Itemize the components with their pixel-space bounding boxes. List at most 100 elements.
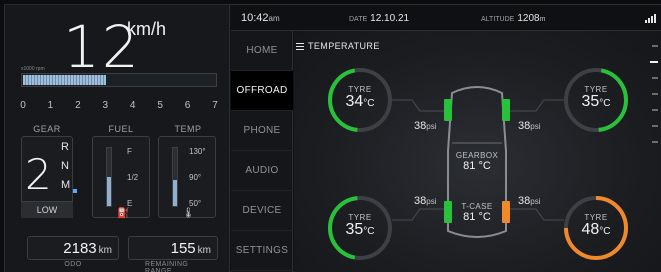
temp-scale-low: 50° [189, 199, 202, 208]
connector-front-right [510, 99, 564, 112]
odometer-label: ODO [64, 261, 82, 268]
status-bar: 10:42am DATE 12.10.21 ALTITUDE 1208m [231, 5, 661, 31]
instrument-cluster: 12 km/h x1000 rpm 01234567 GEAR 2 R N M … [5, 5, 230, 272]
tyre-front-left-psi-unit: psi [426, 122, 437, 131]
rpm-tick-label: 3 [102, 100, 109, 111]
odometer: 2183 km [27, 236, 119, 260]
tcase-caption: T-CASE [461, 202, 493, 211]
gear-label: GEAR [33, 124, 61, 134]
rpm-tick-label: 0 [20, 100, 26, 111]
wheel-front-left [444, 99, 452, 121]
rpm-tick-label: 7 [212, 100, 218, 111]
tyre-rear-right-temp: 48 [581, 221, 600, 238]
clock-suffix: am [268, 14, 280, 23]
tyre-front-right: TYRE 35°C [566, 85, 626, 112]
gear-mode: LOW [21, 201, 73, 218]
altitude: ALTITUDE 1208m [481, 13, 545, 24]
menu-item-audio[interactable]: AUDIO [231, 151, 293, 191]
rpm-bar [21, 73, 217, 87]
connector-rear-left [392, 208, 444, 221]
tyre-front-right-psi: 38 [518, 120, 531, 132]
menu-item-home[interactable]: HOME [231, 31, 293, 71]
menu-item-phone[interactable]: PHONE [231, 111, 293, 151]
rpm-bar-fill [23, 75, 106, 85]
signal-strength-icon [645, 13, 659, 23]
tyre-rear-left: TYRE 35°C [330, 213, 390, 240]
date: DATE 12.10.21 [349, 13, 409, 24]
coolant-gauge-fill [173, 179, 177, 206]
connector-rear-right [510, 208, 564, 221]
fuel-scale-full: F [127, 147, 132, 156]
temp-scale-mid: 90° [189, 173, 202, 182]
altitude-value: 1208 [517, 13, 540, 24]
altitude-caption: ALTITUDE [481, 16, 515, 23]
dashboard-screen: 12 km/h x1000 rpm 01234567 GEAR 2 R N M … [4, 4, 661, 272]
gear-selected-indicator [73, 189, 77, 193]
tcase-value: 81 °C [463, 211, 491, 223]
coolant-temp-icon: 🌡 [182, 208, 195, 219]
tyre-rear-left-unit: °C [363, 226, 375, 237]
tyre-front-right-temp: 35 [581, 93, 600, 110]
tyre-front-left-unit: °C [363, 98, 375, 109]
fuel-gauge [106, 147, 112, 207]
date-caption: DATE [349, 16, 368, 23]
tyre-rear-left-temp: 35 [345, 221, 364, 238]
temperature-panel: TEMPERATURE TYRE 34°C 38psi TYRE 35°C 38… [294, 31, 661, 272]
temp-label: TEMP [174, 124, 202, 134]
menu-item-device[interactable]: DEVICE [231, 191, 293, 231]
rpm-tick-label: 6 [184, 100, 191, 111]
connector-front-left [392, 99, 444, 112]
fuel-card [92, 136, 150, 218]
menu-item-offroad[interactable]: OFFROAD [231, 71, 293, 111]
clock-time: 10:42 [241, 12, 269, 24]
tyre-rear-right-psi-unit: psi [530, 197, 541, 206]
tcase-temp: T-CASE 81 °C [447, 202, 507, 223]
remaining-range-value: 155 [170, 240, 196, 257]
side-menu: HOME OFFROAD PHONE AUDIO DEVICE SETTINGS [231, 31, 293, 272]
date-value: 12.10.21 [370, 13, 410, 24]
clock: 10:42am [241, 12, 280, 24]
fuel-pump-icon: ⛽ [117, 208, 130, 219]
tyre-front-left-psi: 38 [414, 120, 427, 132]
wheel-front-right [502, 99, 510, 121]
rpm-tick-label: 2 [75, 100, 81, 111]
tyre-rear-left-psi: 38 [414, 195, 427, 207]
fuel-scale-empty: E [127, 199, 133, 208]
tyre-front-left-pressure: 38psi [414, 120, 436, 132]
tyre-front-left-temp: 34 [345, 93, 364, 110]
tyre-front-right-unit: °C [599, 98, 611, 109]
tyre-front-left: TYRE 34°C [330, 85, 390, 112]
tyre-rear-right-pressure: 38psi [518, 195, 540, 207]
tyre-front-right-psi-unit: psi [530, 122, 541, 131]
remaining-range-unit: km [197, 245, 211, 256]
odometer-value: 2183 [63, 240, 97, 257]
gear-option-n: N [61, 160, 69, 172]
gear-option-m: M [61, 179, 71, 191]
rpm-tick-label: 1 [47, 100, 54, 111]
fuel-label: FUEL [108, 124, 134, 134]
speed-unit: km/h [127, 19, 167, 39]
altitude-unit: m [539, 16, 546, 23]
tyre-rear-right-psi: 38 [518, 195, 531, 207]
gearbox-value: 81 °C [463, 160, 491, 172]
temp-scale-high: 130° [189, 147, 206, 156]
tyre-rear-right: TYRE 48°C [566, 213, 626, 240]
fuel-scale-half: 1/2 [127, 173, 139, 182]
tyre-rear-right-unit: °C [599, 226, 611, 237]
tyre-rear-left-pressure: 38psi [414, 195, 436, 207]
temp-card [158, 136, 216, 218]
rpm-tick-label: 4 [129, 100, 136, 111]
remaining-range-label: REMAINING RANGE [145, 261, 189, 272]
gearbox-temp: GEARBOX 81 °C [447, 151, 507, 172]
coolant-gauge [172, 147, 178, 207]
rpm-caption: x1000 rpm [21, 66, 45, 72]
rpm-tick-label: 5 [157, 100, 163, 111]
gearbox-caption: GEARBOX [455, 151, 499, 160]
gear-option-r: R [61, 141, 69, 153]
tyre-rear-left-psi-unit: psi [426, 197, 437, 206]
odometer-unit: km [98, 245, 112, 256]
tyre-front-right-pressure: 38psi [518, 120, 540, 132]
fuel-gauge-fill [107, 177, 111, 206]
remaining-range: 155 km [128, 236, 218, 260]
menu-item-settings[interactable]: SETTINGS [231, 231, 293, 271]
